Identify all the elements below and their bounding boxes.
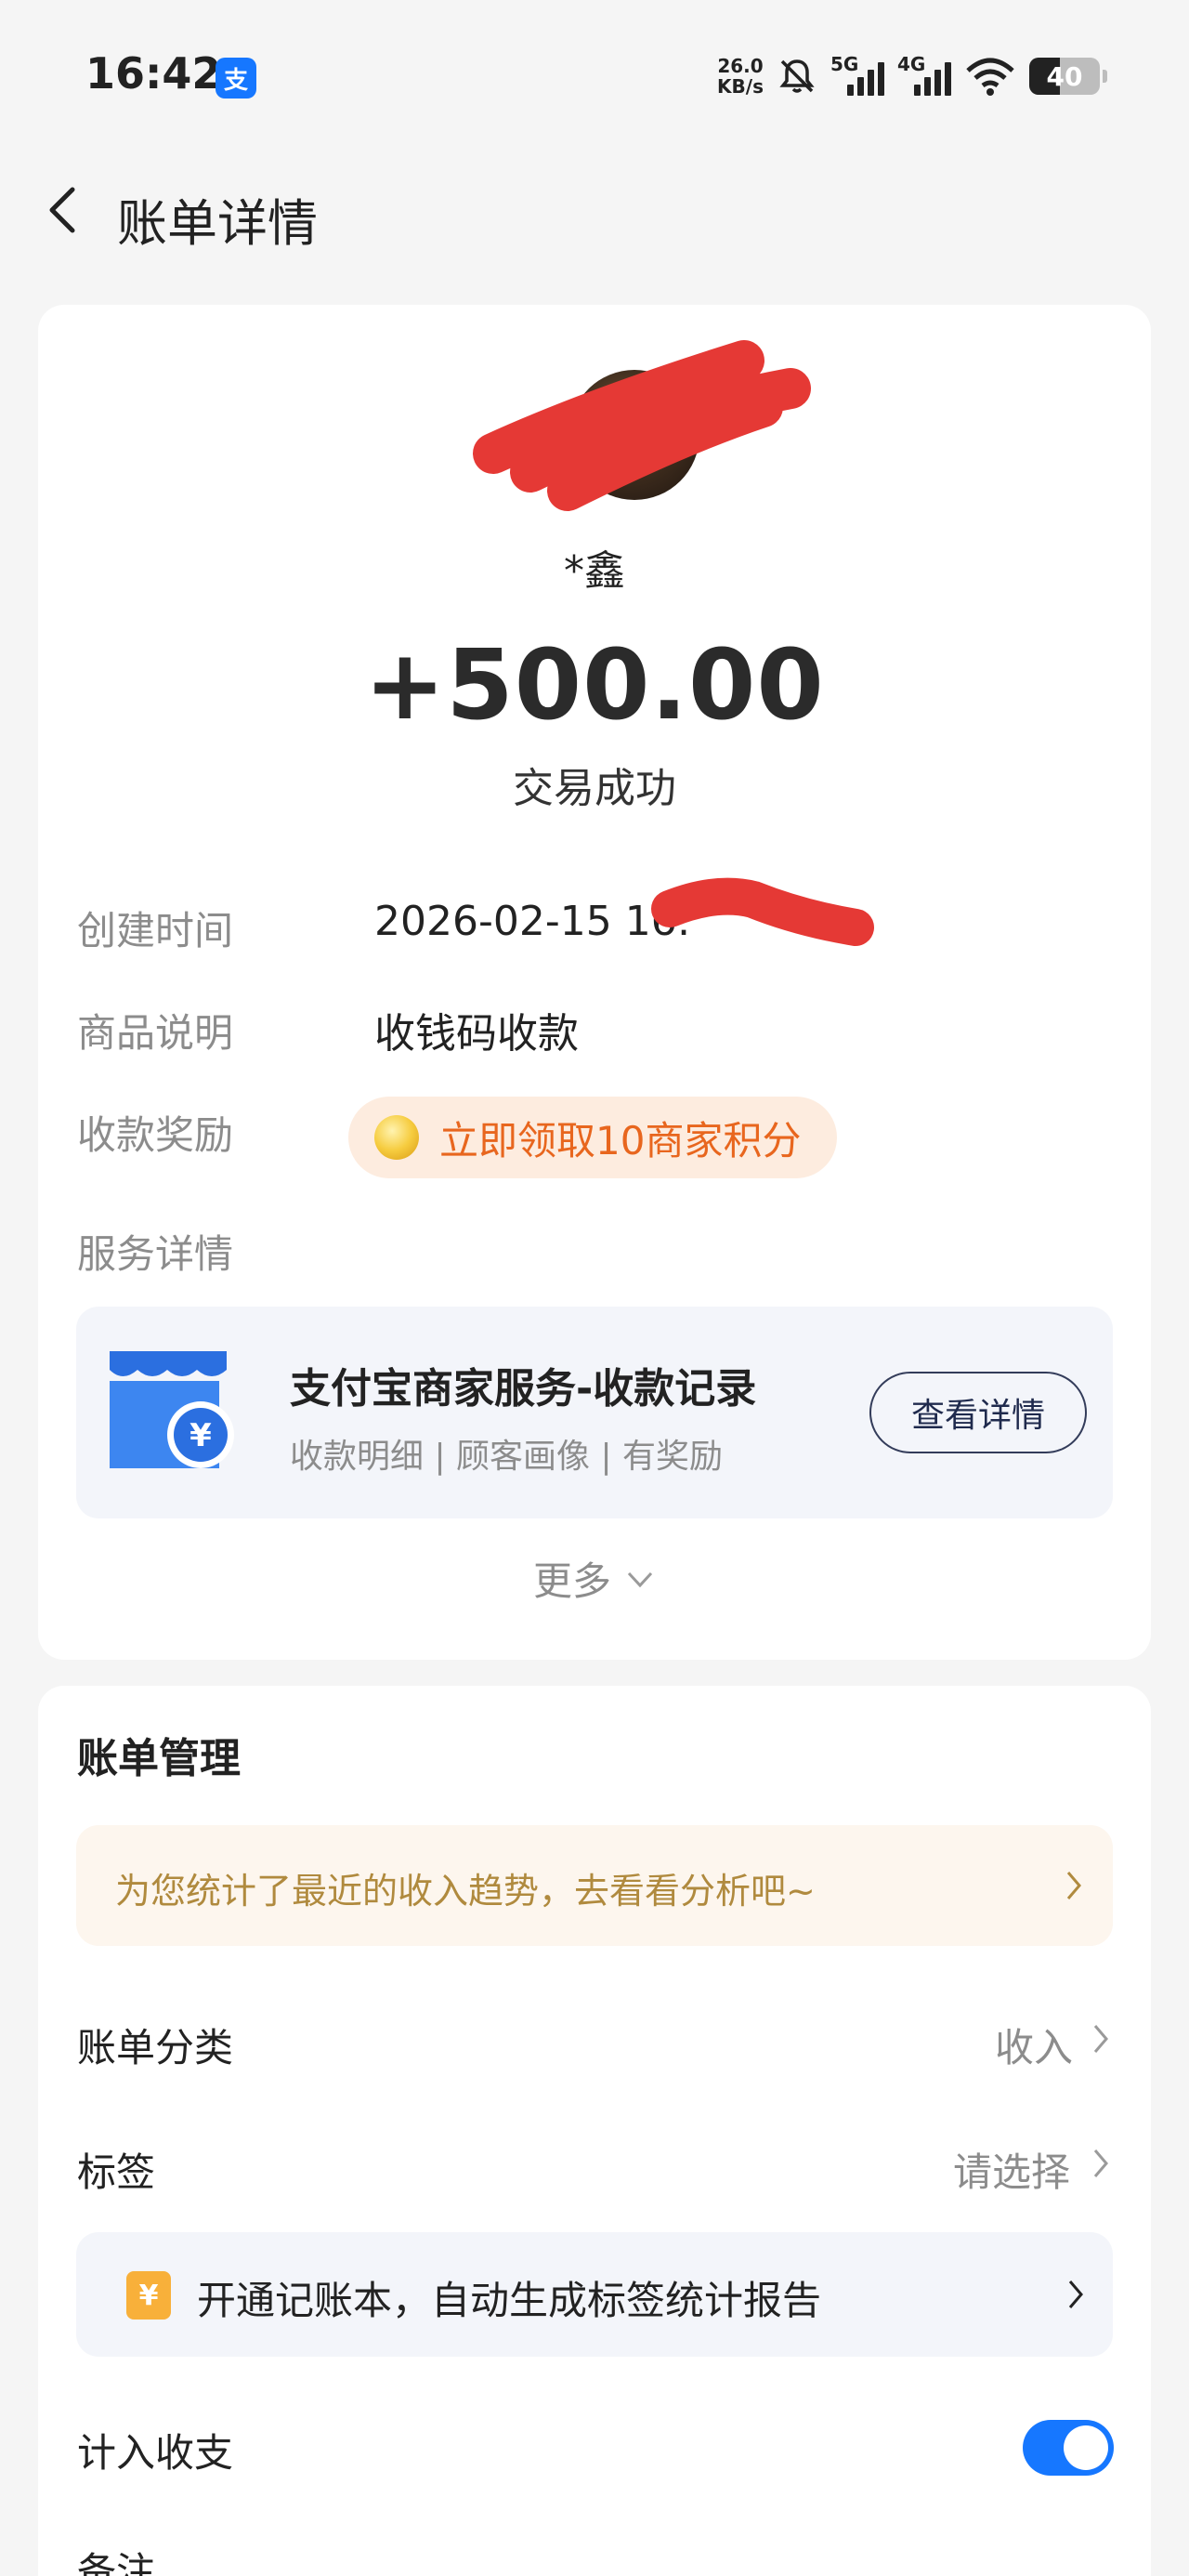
network-speed: 26.0 KB/s [717,56,764,97]
chevron-down-icon [627,1571,653,1587]
income-trend-text: 为您统计了最近的收入趋势，去看看分析吧~ [115,1871,816,1912]
bell-off-icon [779,59,815,93]
more-link[interactable]: 更多 [38,1550,1151,1607]
claim-points-label: 立即领取10商家积分 [439,1117,802,1163]
merchant-service-card[interactable]: ¥ 支付宝商家服务-收款记录 收款明细 | 顾客画像 | 有奖励 查看详情 [76,1307,1113,1518]
service-title: 支付宝商家服务-收款记录 [290,1365,757,1413]
transaction-status: 交易成功 [513,765,676,812]
shop-icon: ¥ [110,1351,234,1468]
chevron-right-icon[interactable] [1088,2145,1114,2182]
wifi-icon [966,58,1014,96]
product-desc-label: 商品说明 [77,1010,234,1056]
svg-text:¥: ¥ [189,1417,212,1454]
ledger-text: 开通记账本，自动生成标签统计报告 [197,2278,822,2323]
signal-4g-icon: 4G [897,53,951,99]
signal-5g-icon: 5G [830,53,884,99]
battery-icon: 40 [1029,58,1107,95]
alipay-app-icon: 支 [216,58,256,99]
status-indicators: 26.0 KB/s 5G 4G 40 [717,50,1107,102]
note-label: 备注 [77,2549,156,2576]
bill-management-card: 账单管理 为您统计了最近的收入趋势，去看看分析吧~ 账单分类 收入 标签 请选择… [38,1686,1151,2576]
bill-category-label: 账单分类 [77,2025,234,2070]
status-bar: 16:42 支 26.0 KB/s 5G 4G 40 [0,0,1189,149]
bill-management-title: 账单管理 [77,1735,241,1782]
transaction-card: *鑫 +500.00 交易成功 创建时间 2026-02-15 16: 商品说明… [38,305,1151,1660]
status-time: 16:42 [85,48,222,99]
bill-category-value[interactable]: 收入 [995,2017,1073,2073]
chevron-right-icon[interactable] [1088,2020,1114,2057]
redaction-mark-time [651,877,874,946]
page-header: 账单详情 [0,164,1189,256]
redaction-mark [473,340,811,511]
service-details-label: 服务详情 [77,1231,234,1277]
ledger-icon: ¥ [126,2271,171,2320]
created-time-label: 创建时间 [77,908,234,953]
ledger-banner[interactable]: ¥ 开通记账本，自动生成标签统计报告 [76,2232,1113,2357]
network-speed-unit: KB/s [717,75,764,98]
tag-value[interactable]: 请选择 [953,2141,1070,2198]
reward-label: 收款奖励 [77,1112,234,1158]
claim-points-button[interactable]: 立即领取10商家积分 [348,1097,837,1178]
tag-label: 标签 [77,2149,156,2195]
back-arrow-icon[interactable] [37,184,89,236]
product-desc-value: 收钱码收款 [374,1010,579,1058]
network-speed-value: 26.0 [717,55,764,77]
chevron-right-icon [1066,1872,1081,1899]
chevron-right-icon [1068,2280,1083,2308]
view-details-button[interactable]: 查看详情 [869,1372,1087,1453]
include-in-stats-label: 计入收支 [77,2430,234,2476]
more-label: 更多 [532,1558,611,1604]
coin-icon [374,1115,419,1160]
income-trend-banner[interactable]: 为您统计了最近的收入趋势，去看看分析吧~ [76,1825,1113,1946]
page-title: 账单详情 [117,194,318,253]
battery-level: 40 [1046,60,1083,92]
service-subtitle: 收款明细 | 顾客画像 | 有奖励 [290,1438,724,1476]
transaction-amount: +500.00 [364,628,825,742]
include-in-stats-toggle[interactable] [1023,2420,1114,2476]
payer-name: *鑫 [564,547,625,595]
